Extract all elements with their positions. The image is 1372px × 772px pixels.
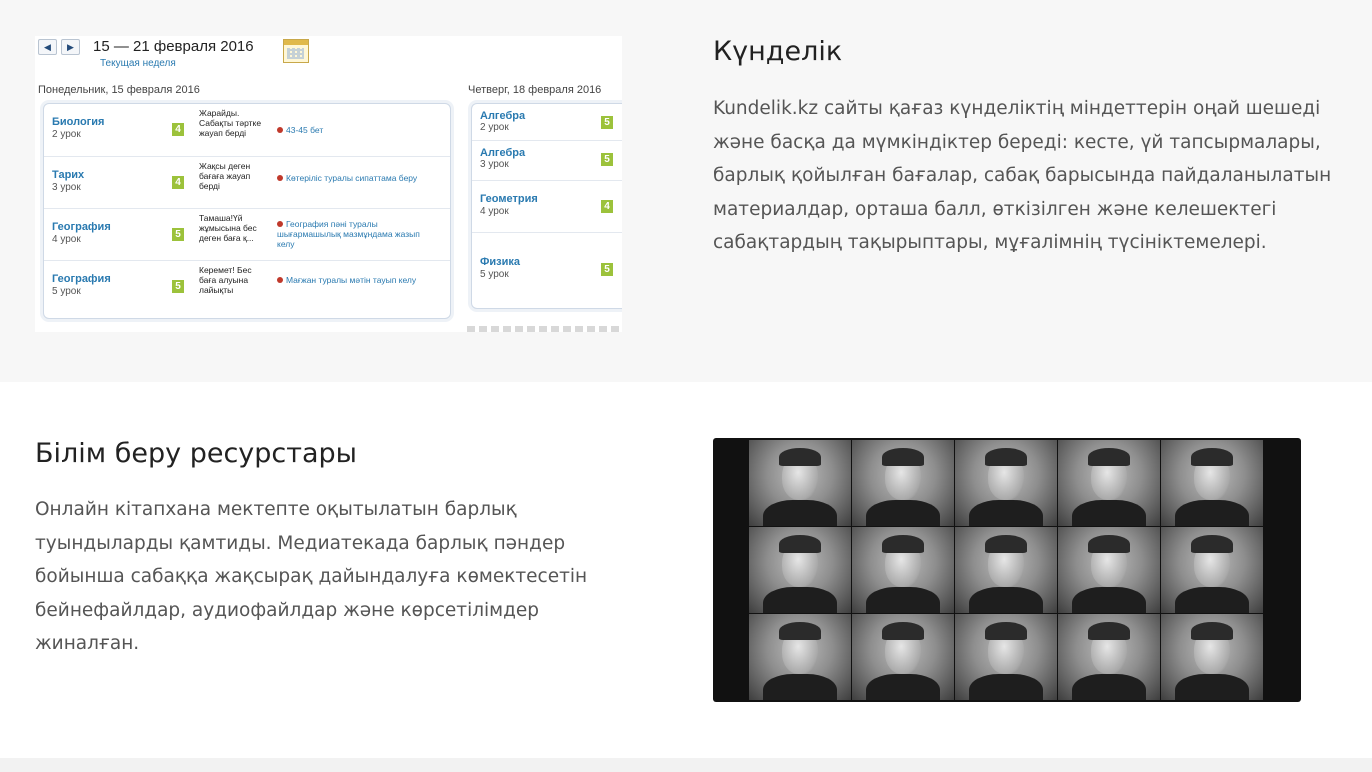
homework-text: География пəні туралы шығармашылық мазмұ… — [277, 219, 420, 249]
resources-description: Онлайн кітапхана мектепте оқытылатын бар… — [35, 499, 588, 654]
current-week-link[interactable]: Текущая неделя — [100, 58, 176, 69]
grade-badge: 4 — [601, 200, 613, 213]
subject-name[interactable]: Алгебра — [480, 110, 525, 122]
subject-name[interactable]: География — [52, 221, 111, 233]
diary-screenshot: ◀ ▶ 15 — 21 февраля 2016 Текущая неделя … — [35, 36, 622, 332]
calendar-icon[interactable] — [283, 39, 309, 63]
homework-dot-icon — [277, 277, 283, 283]
portrait-photo — [852, 614, 954, 700]
table-row[interactable]: География 5 урок 5 Керемет! Бес баға алу… — [44, 260, 450, 319]
subject-name[interactable]: Тарих — [52, 169, 84, 181]
subject-name[interactable]: Физика — [480, 256, 520, 268]
table-row[interactable]: Алгебра 2 урок 5 — [472, 104, 622, 140]
portrait-photo — [955, 614, 1057, 700]
portrait-photo — [1058, 440, 1160, 526]
grade-badge: 5 — [601, 263, 613, 276]
kundelik-description: Kundelik.kz сайты қағаз күнделіктің мінд… — [713, 98, 1332, 253]
kundelik-title: Күнделік — [713, 36, 843, 67]
homework-link[interactable]: География пəні туралы шығармашылық мазмұ… — [277, 219, 437, 249]
lesson-number: 2 урок — [480, 122, 509, 133]
portrait-photo — [1058, 527, 1160, 613]
table-row[interactable]: Алгебра 3 урок 5 — [472, 140, 622, 181]
table-row[interactable]: География 4 урок 5 Тамаша!Үй жұмысына бе… — [44, 208, 450, 261]
table-row[interactable]: Тарих 3 урок 4 Жақсы деген бағаға жауап … — [44, 156, 450, 209]
homework-link[interactable]: Мағжан туралы мəтін тауып келу — [277, 275, 437, 285]
prev-week-button[interactable]: ◀ — [38, 39, 57, 55]
teacher-comment: Тамаша!Үй жұмысына бес деген баға қ... — [199, 213, 257, 243]
portrait-photo — [1058, 614, 1160, 700]
subject-name[interactable]: Геометрия — [480, 193, 538, 205]
lesson-number: 3 урок — [480, 159, 509, 170]
grade-badge: 5 — [172, 228, 184, 241]
portrait-photo — [749, 440, 851, 526]
monday-card: Биология 2 урок 4 Жарайды. Сабақты тəртк… — [43, 103, 451, 319]
week-nav: ◀ ▶ — [38, 39, 80, 55]
grade-badge: 5 — [601, 153, 613, 166]
homework-text: Көтеріліс туралы сипаттама беру — [286, 173, 418, 183]
portrait-photo — [955, 527, 1057, 613]
teacher-comment: Жарайды. Сабақты тəртке жауап берді — [199, 108, 262, 138]
homework-link[interactable]: 43-45 бет — [277, 125, 437, 135]
resources-title: Білім беру ресурстары — [35, 438, 357, 469]
table-row[interactable]: Биология 2 урок 4 Жарайды. Сабақты тəртк… — [44, 104, 450, 156]
portrait-photo — [1161, 440, 1263, 526]
table-row[interactable]: Физика 5 урок 5 — [472, 232, 622, 309]
week-range: 15 — 21 февраля 2016 — [93, 38, 254, 55]
lesson-number: 4 урок — [480, 206, 509, 217]
homework-text: 43-45 бет — [286, 125, 324, 135]
grade-badge: 4 — [172, 123, 184, 136]
lesson-number: 3 урок — [52, 182, 81, 193]
portrait-photo — [955, 440, 1057, 526]
portrait-photo — [852, 527, 954, 613]
thursday-header: Четверг, 18 февраля 2016 — [468, 84, 602, 96]
portrait-photo — [749, 614, 851, 700]
homework-dot-icon — [277, 175, 283, 181]
portrait-photo — [749, 527, 851, 613]
grade-badge: 5 — [172, 280, 184, 293]
lesson-number: 4 урок — [52, 234, 81, 245]
subject-name[interactable]: Алгебра — [480, 147, 525, 159]
table-row[interactable]: Геометрия 4 урок 4 — [472, 180, 622, 233]
next-week-button[interactable]: ▶ — [61, 39, 80, 55]
lesson-number: 2 урок — [52, 129, 81, 140]
grade-badge: 4 — [172, 176, 184, 189]
portrait-photo — [1161, 614, 1263, 700]
grade-badge: 5 — [601, 116, 613, 129]
subject-name[interactable]: География — [52, 273, 111, 285]
thursday-card: Алгебра 2 урок 5 Алгебра 3 урок 5 Геомет… — [471, 103, 622, 309]
lesson-number: 5 урок — [52, 286, 81, 297]
homework-link[interactable]: Көтеріліс туралы сипаттама беру — [277, 173, 437, 183]
monday-header: Понедельник, 15 февраля 2016 — [38, 84, 200, 96]
teacher-comment: Керемет! Бес баға алуына лайықты — [199, 265, 252, 295]
cut-off-next-day — [467, 326, 622, 332]
homework-dot-icon — [277, 127, 283, 133]
lesson-number: 5 урок — [480, 269, 509, 280]
teacher-comment: Жақсы деген бағаға жауап берді — [199, 161, 251, 191]
homework-text: Мағжан туралы мəтін тауып келу — [286, 275, 417, 285]
portrait-photo — [852, 440, 954, 526]
bottom-band — [0, 758, 1372, 772]
portrait-photo — [1161, 527, 1263, 613]
homework-dot-icon — [277, 221, 283, 227]
subject-name[interactable]: Биология — [52, 116, 104, 128]
writers-portrait-collage — [713, 438, 1301, 702]
